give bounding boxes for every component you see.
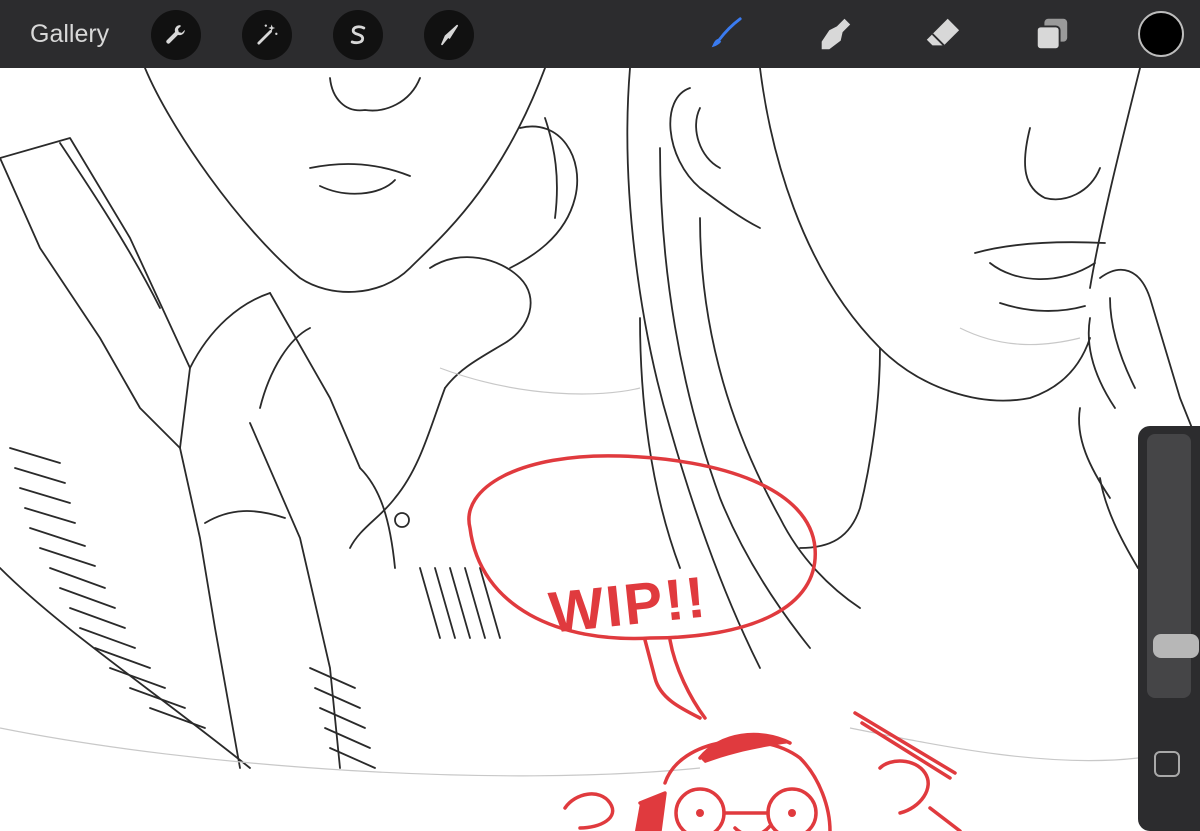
selection-icon xyxy=(350,25,366,45)
adjustments-button[interactable] xyxy=(242,10,292,60)
brush-tool-button[interactable] xyxy=(703,12,747,56)
smudge-icon xyxy=(821,18,851,50)
eraser-tool-button[interactable] xyxy=(920,12,964,56)
brush-sidebar xyxy=(1138,426,1200,831)
layers-icon xyxy=(1035,18,1068,51)
gallery-button[interactable]: Gallery xyxy=(30,18,109,50)
selection-button[interactable] xyxy=(333,10,383,60)
color-picker-button[interactable] xyxy=(1138,11,1184,57)
magic-wand-icon xyxy=(257,24,278,45)
top-toolbar: Gallery xyxy=(0,0,1200,68)
eraser-icon xyxy=(926,18,960,47)
cursor-arrow-icon xyxy=(441,24,459,46)
transform-button[interactable] xyxy=(424,10,474,60)
wrench-icon xyxy=(166,25,185,44)
smudge-tool-button[interactable] xyxy=(813,12,857,56)
actions-button[interactable] xyxy=(151,10,201,60)
modify-button[interactable] xyxy=(1154,751,1180,777)
sketch-artwork xyxy=(0,68,1200,831)
layers-button[interactable] xyxy=(1030,12,1074,56)
brush-icon xyxy=(711,17,742,48)
drawing-canvas[interactable]: WIP!! xyxy=(0,68,1200,831)
brush-size-slider-thumb[interactable] xyxy=(1153,634,1199,658)
brush-size-slider[interactable] xyxy=(1147,434,1199,698)
